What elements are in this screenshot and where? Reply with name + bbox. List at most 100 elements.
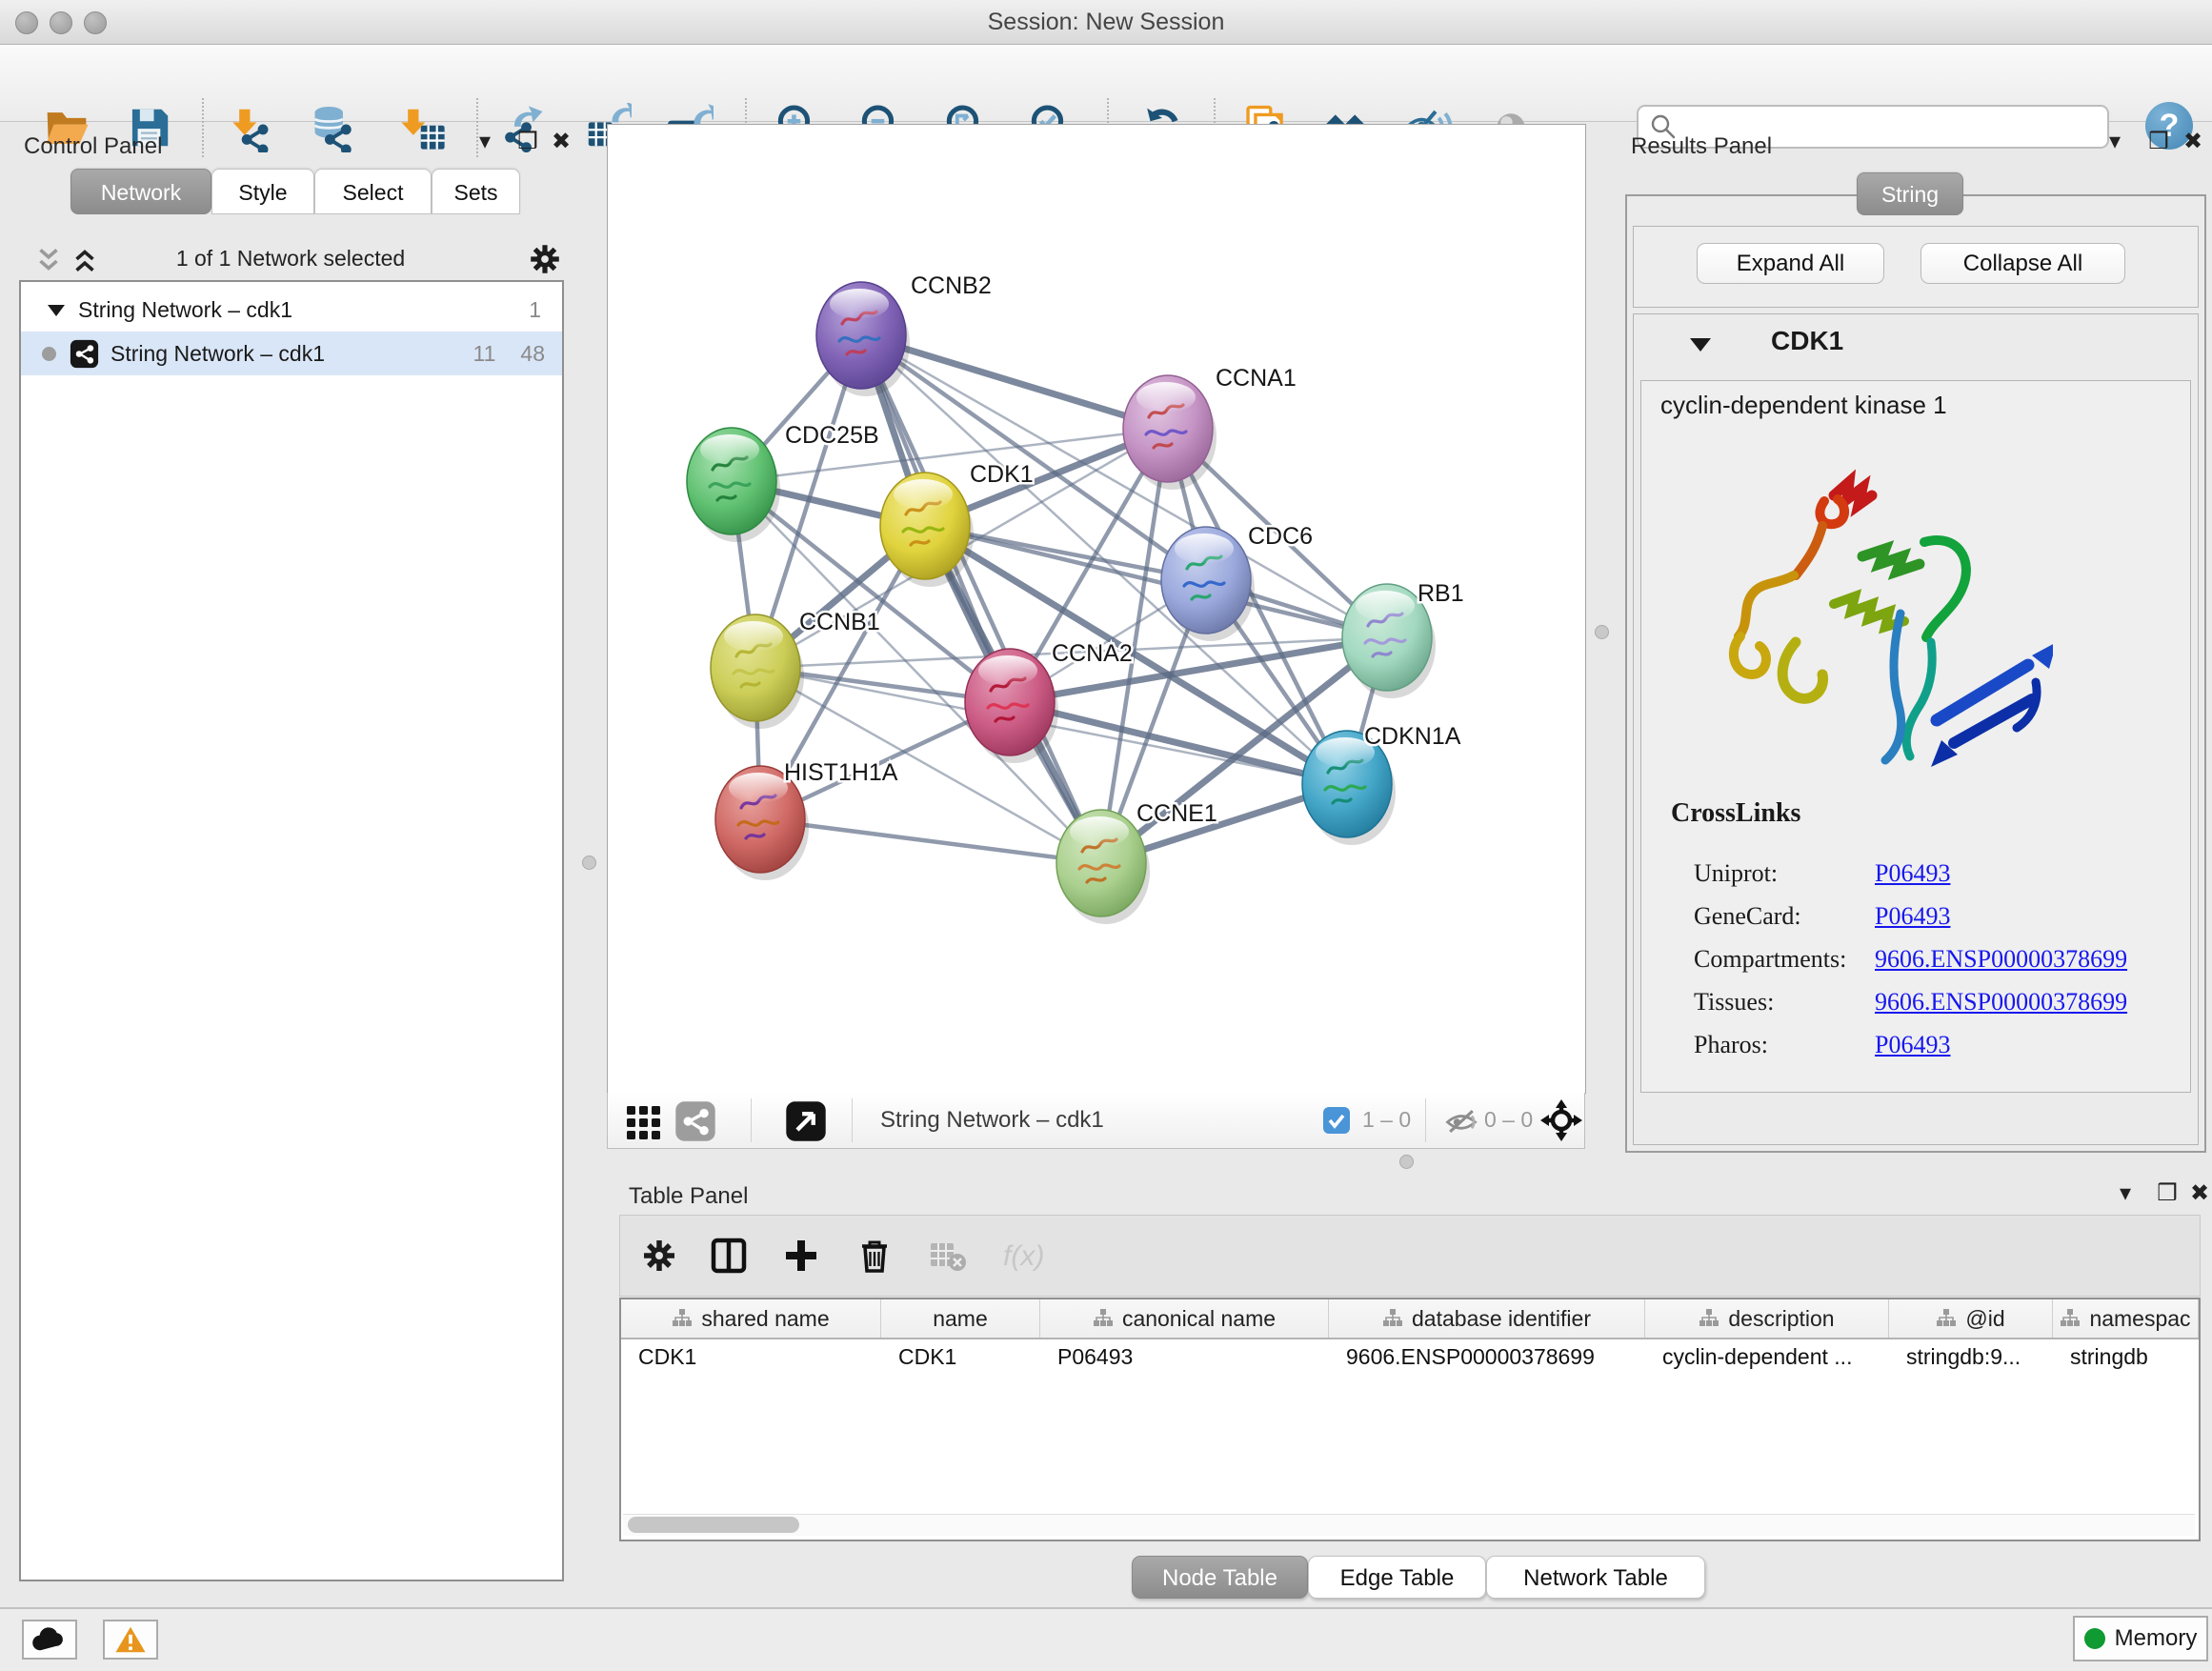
warning-button[interactable]: [103, 1620, 158, 1660]
network-node-count: 11: [473, 341, 496, 367]
node-RB1[interactable]: RB1: [1342, 580, 1464, 698]
results-panel-close-icon[interactable]: ✖: [2177, 128, 2209, 156]
table-horizontal-scrollbar[interactable]: [623, 1514, 2195, 1536]
crosslink-value-link[interactable]: 9606.ENSP00000378699: [1875, 988, 2127, 1017]
crosslink-label: Pharos:: [1694, 1031, 1768, 1059]
titlebar: Session: New Session: [0, 0, 2212, 45]
divider: [852, 1098, 853, 1142]
table-header-row: shared namenamecanonical namedatabase id…: [621, 1299, 2199, 1339]
crosslink-value-link[interactable]: P06493: [1875, 902, 1950, 931]
control-panel-collapse-icon[interactable]: ▾: [469, 128, 501, 156]
node-label-RB1: RB1: [1418, 580, 1464, 607]
horizontal-splitter-handle[interactable]: [1399, 1155, 1414, 1169]
column-header--id[interactable]: @id: [1889, 1299, 2053, 1338]
table-row[interactable]: CDK1CDK1P064939606.ENSP00000378699cyclin…: [621, 1338, 2199, 1376]
network-status-dot: [42, 347, 56, 361]
node-CDK1[interactable]: CDK1: [880, 461, 1034, 587]
crosslink-value-link[interactable]: P06493: [1875, 1031, 1950, 1059]
tab-select[interactable]: Select: [314, 169, 432, 214]
window-title: Session: New Session: [0, 0, 2212, 44]
application-window: Session: New Session ? Control Panel ▾ ❒…: [0, 0, 2212, 1671]
tab-network[interactable]: Network: [70, 169, 211, 214]
selected-checkbox[interactable]: [1322, 1106, 1351, 1135]
network-canvas[interactable]: CCNB2 CCNA1 CDC25B CDK1 CDC6 RB1 CCNB1 C…: [607, 124, 1586, 1094]
column-header-database-identifier[interactable]: database identifier: [1329, 1299, 1645, 1338]
control-panel-float-icon[interactable]: ❒: [512, 128, 544, 156]
cell[interactable]: stringdb: [2053, 1338, 2199, 1376]
tab-sets[interactable]: Sets: [432, 169, 520, 214]
import-network-from-database-icon[interactable]: [308, 100, 363, 155]
column-tree-icon: [1936, 1308, 1957, 1329]
protein-description: cyclin-dependent kinase 1: [1660, 391, 1947, 420]
cell[interactable]: cyclin-dependent ...: [1645, 1338, 1889, 1376]
results-panel-title: Results Panel: [1631, 133, 1772, 160]
collection-expand-icon[interactable]: [44, 297, 69, 322]
results-panel-float-icon[interactable]: ❒: [2142, 128, 2175, 156]
function-builder-icon: f(x): [995, 1230, 1049, 1281]
node-table[interactable]: shared namenamecanonical namedatabase id…: [619, 1298, 2201, 1541]
node-CCNE1[interactable]: CCNE1: [1056, 800, 1217, 924]
column-header-namespac[interactable]: namespac: [2053, 1299, 2199, 1338]
network-row-selected[interactable]: String Network – cdk1 11 48: [21, 332, 562, 375]
delete-column-icon[interactable]: [848, 1230, 901, 1281]
hidden-eye-slash-icon[interactable]: [1442, 1102, 1480, 1140]
table-panel-collapse-icon[interactable]: ▾: [2109, 1179, 2142, 1208]
node-CDKN1A[interactable]: CDKN1A: [1302, 723, 1461, 845]
cell[interactable]: stringdb:9...: [1889, 1338, 2053, 1376]
node-CCNB1[interactable]: CCNB1: [711, 609, 880, 729]
network-graph[interactable]: CCNB2 CCNA1 CDC25B CDK1 CDC6 RB1 CCNB1 C…: [608, 125, 1585, 1093]
scrollbar-thumb[interactable]: [628, 1517, 799, 1533]
crosslink-value-link[interactable]: P06493: [1875, 859, 1950, 888]
collapse-all-button[interactable]: Collapse All: [1920, 243, 2125, 284]
svg-text:f(x): f(x): [1003, 1240, 1044, 1272]
expand-all-button[interactable]: Expand All: [1697, 243, 1884, 284]
status-bar: [0, 1607, 2212, 1671]
network-label: String Network – cdk1: [111, 341, 325, 367]
results-panel-collapse-icon[interactable]: ▾: [2099, 128, 2131, 156]
collapse-all-tree-icon[interactable]: [32, 244, 65, 274]
crosslink-value-link[interactable]: 9606.ENSP00000378699: [1875, 945, 2127, 974]
tab-style[interactable]: Style: [211, 169, 314, 214]
results-splitter-handle[interactable]: [1595, 625, 1609, 639]
tab-edge-table[interactable]: Edge Table: [1308, 1556, 1486, 1599]
protein-structure-image: [1681, 440, 2053, 816]
column-header-shared-name[interactable]: shared name: [621, 1299, 881, 1338]
memory-button[interactable]: Memory: [2073, 1616, 2208, 1661]
cell[interactable]: CDK1: [621, 1338, 881, 1376]
cloud-button[interactable]: [22, 1620, 77, 1660]
tab-network-table[interactable]: Network Table: [1486, 1556, 1705, 1599]
table-panel-close-icon[interactable]: ✖: [2183, 1179, 2212, 1208]
show-columns-icon[interactable]: [702, 1230, 755, 1281]
network-view-share-icon[interactable]: [674, 1100, 716, 1142]
add-column-icon[interactable]: [774, 1230, 828, 1281]
table-settings-icon[interactable]: [633, 1230, 686, 1281]
table-panel-float-icon[interactable]: ❒: [2151, 1179, 2183, 1208]
network-collection-row[interactable]: String Network – cdk1 1: [21, 288, 562, 332]
pan-crosshair-icon[interactable]: [1539, 1098, 1583, 1142]
cell[interactable]: P06493: [1040, 1338, 1329, 1376]
node-CCNB2[interactable]: CCNB2: [816, 272, 992, 396]
column-header-name[interactable]: name: [881, 1299, 1040, 1338]
import-table-icon[interactable]: [395, 100, 451, 155]
network-options-gear-icon[interactable]: [526, 240, 564, 278]
expand-all-tree-icon[interactable]: [69, 244, 101, 274]
tab-node-table[interactable]: Node Table: [1132, 1556, 1308, 1599]
toolbar-separator: [202, 98, 204, 157]
edge-HIST1H1A-CCNE1[interactable]: [760, 819, 1101, 863]
birds-eye-grid-icon[interactable]: [625, 1102, 663, 1140]
column-header-description[interactable]: description: [1645, 1299, 1889, 1338]
tab-string[interactable]: String: [1857, 172, 1963, 215]
vertical-splitter-handle[interactable]: [582, 856, 596, 870]
cell[interactable]: 9606.ENSP00000378699: [1329, 1338, 1645, 1376]
table-panel-title: Table Panel: [629, 1183, 748, 1210]
cell[interactable]: CDK1: [881, 1338, 1040, 1376]
protein-collapse-icon[interactable]: [1688, 333, 1713, 356]
control-panel-close-icon[interactable]: ✖: [545, 128, 577, 156]
memory-label: Memory: [2115, 1625, 2198, 1652]
column-tree-icon: [1382, 1308, 1403, 1329]
detach-view-icon[interactable]: [785, 1100, 827, 1142]
import-network-icon[interactable]: [227, 100, 282, 155]
node-HIST1H1A[interactable]: HIST1H1A: [715, 759, 898, 880]
node-label-CDC6: CDC6: [1248, 523, 1313, 550]
column-header-canonical-name[interactable]: canonical name: [1040, 1299, 1329, 1338]
